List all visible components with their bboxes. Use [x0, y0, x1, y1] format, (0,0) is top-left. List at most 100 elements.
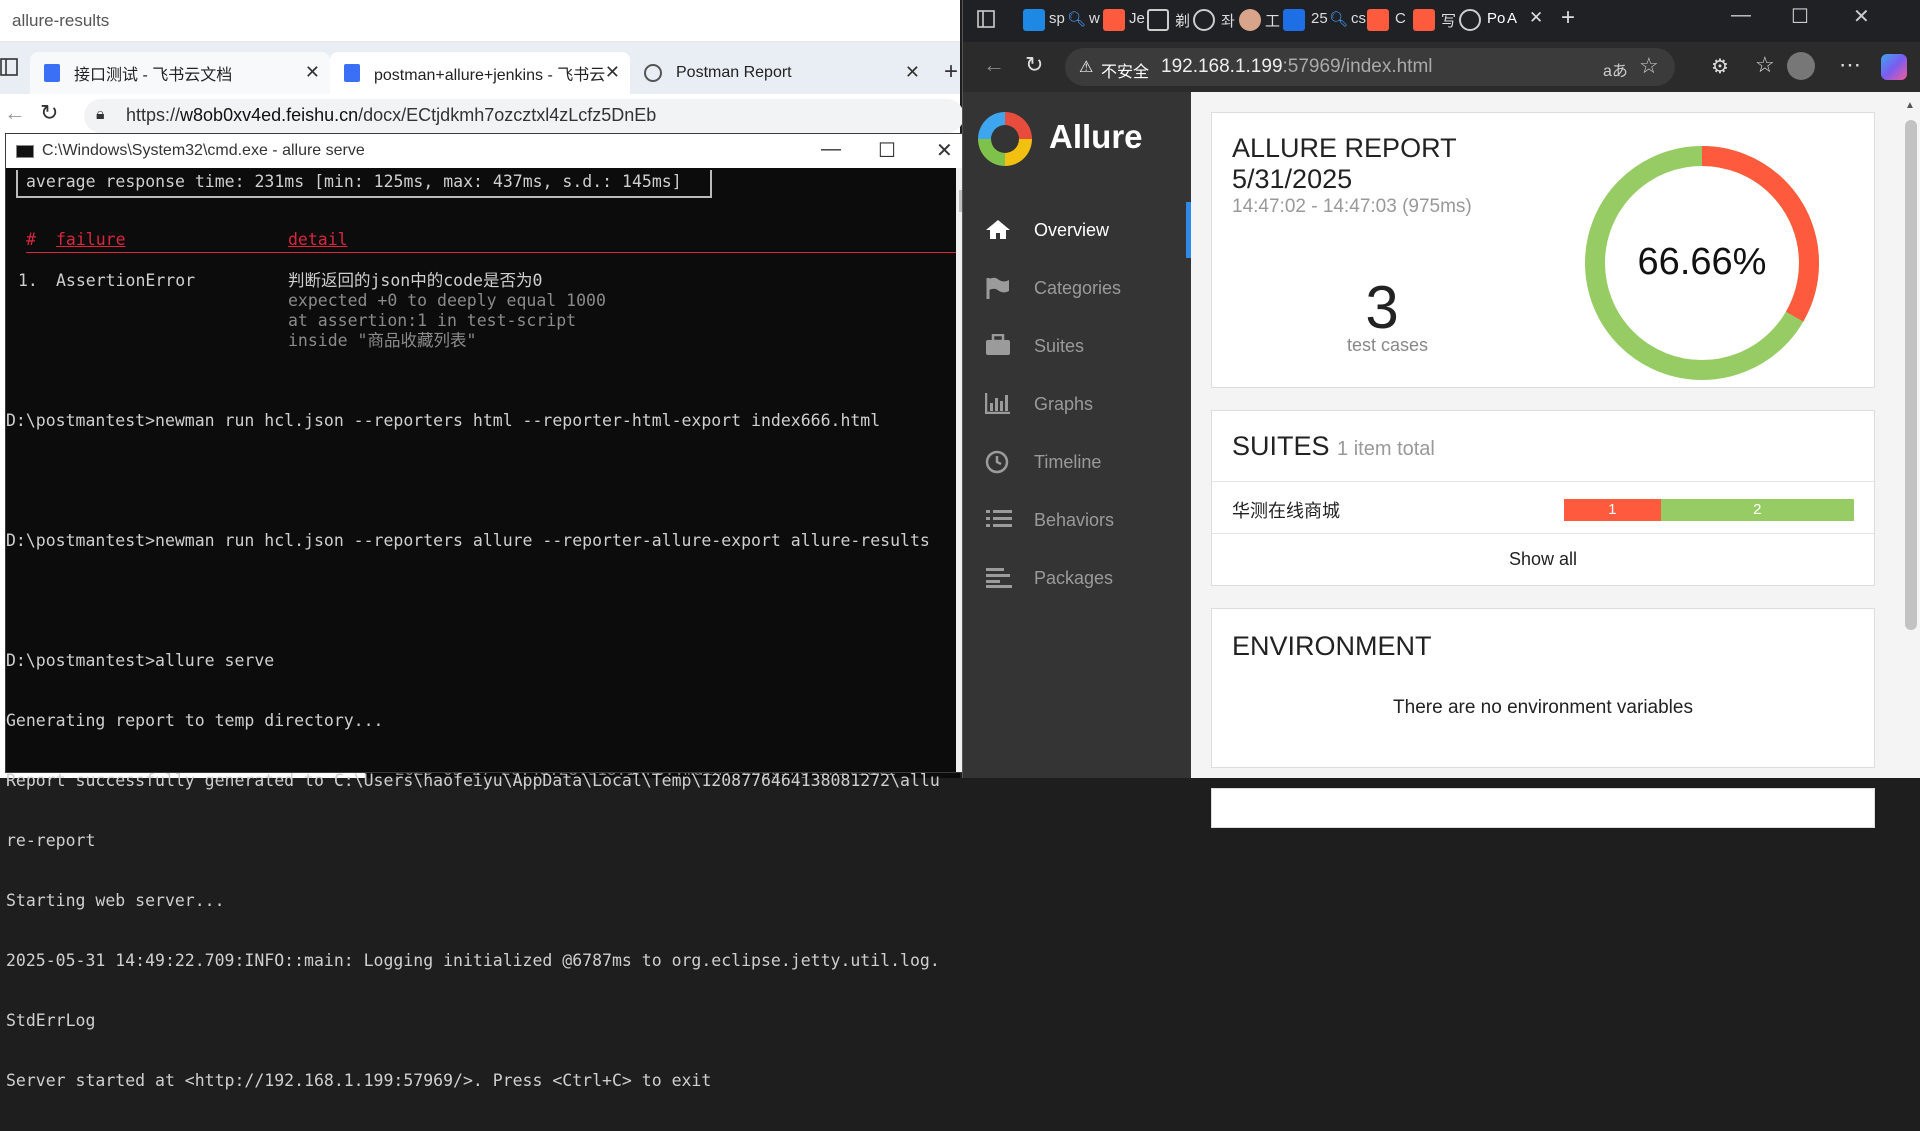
- tab-label[interactable]: 工: [1265, 10, 1280, 31]
- tab-actions-icon[interactable]: [977, 10, 995, 28]
- more-icon[interactable]: ⋯: [1839, 52, 1861, 78]
- close-icon[interactable]: ✕: [936, 138, 953, 163]
- show-all-link[interactable]: Show all: [1212, 549, 1874, 570]
- scroll-up-icon[interactable]: ▲: [1905, 100, 1915, 111]
- console-line: D:\postmantest>newman run hcl.json --rep…: [6, 411, 881, 430]
- home-icon: [985, 218, 1013, 242]
- minimize-icon[interactable]: —: [821, 138, 841, 161]
- close-icon[interactable]: ✕: [305, 62, 320, 83]
- copilot-icon[interactable]: [1881, 54, 1907, 80]
- environment-empty-text: There are no environment variables: [1393, 697, 1693, 718]
- bookmark-star-icon[interactable]: ☆: [1639, 53, 1659, 79]
- environment-title: ENVIRONMENT: [1232, 631, 1432, 661]
- left-tab-feishu-postman[interactable]: postman+allure+jenkins - 飞书云 ✕: [330, 52, 630, 94]
- globe-icon[interactable]: [1459, 9, 1481, 31]
- allure-brand: Allure: [1049, 118, 1143, 155]
- insecure-label[interactable]: 不安全: [1101, 58, 1149, 82]
- nav-item-categories[interactable]: Categories: [963, 260, 1191, 316]
- new-tab-icon[interactable]: +: [1561, 4, 1575, 32]
- warning-icon[interactable]: ⚠: [1079, 57, 1093, 77]
- reload-icon[interactable]: ↻: [40, 100, 58, 126]
- tab-label[interactable]: Je: [1129, 10, 1145, 27]
- left-browser-title-bar: allure-results: [0, 0, 960, 42]
- avatar-icon[interactable]: [1239, 9, 1261, 31]
- nav-item-overview[interactable]: Overview: [963, 202, 1191, 258]
- globe-icon[interactable]: [1193, 9, 1215, 31]
- close-icon[interactable]: ✕: [1853, 4, 1870, 29]
- back-icon[interactable]: ←: [983, 52, 1005, 78]
- cmd-window[interactable]: C:\Windows\System32\cmd.exe - allure ser…: [5, 133, 973, 1090]
- console-line: D:\postmantest>newman run hcl.json --rep…: [6, 531, 930, 550]
- failure-header-detail: detail: [288, 230, 348, 249]
- tab-label[interactable]: sp: [1049, 10, 1065, 27]
- failure-header-rule: [26, 252, 956, 253]
- tab-label[interactable]: w: [1089, 10, 1100, 27]
- tab-label[interactable]: 写: [1441, 10, 1456, 31]
- suite-failed-bar[interactable]: 1: [1564, 499, 1661, 521]
- back-icon[interactable]: ←: [4, 100, 26, 126]
- minimize-icon[interactable]: —: [1731, 4, 1751, 27]
- tv-icon[interactable]: [1023, 9, 1045, 31]
- failure-header-failure: failure: [56, 230, 126, 249]
- allure-logo-icon: [978, 112, 1032, 166]
- suite-passed-bar[interactable]: 2: [1660, 499, 1854, 521]
- failure-detail-line: inside "商品收藏列表": [288, 331, 477, 350]
- suites-card: SUITES 1 item total 华测在线商城 1 2 Show all: [1211, 410, 1875, 586]
- csdn-icon[interactable]: [1413, 9, 1435, 31]
- right-browser-window: sp 🔍︎ w Je 剃 좌 工 25 🔍︎ cs C 写 Po A ✕ + —…: [962, 0, 1920, 828]
- page-scrollbar[interactable]: ▲: [1901, 92, 1920, 778]
- left-tab-postman-report[interactable]: Postman Report ✕: [630, 52, 930, 94]
- failure-header-num: #: [26, 230, 36, 249]
- csdn-icon[interactable]: [1103, 9, 1125, 31]
- close-icon[interactable]: ✕: [1529, 8, 1543, 28]
- tab-label[interactable]: Po: [1487, 10, 1505, 27]
- reload-icon[interactable]: ↻: [1025, 52, 1043, 78]
- mail-icon[interactable]: [1283, 9, 1305, 31]
- tab-label[interactable]: A: [1507, 10, 1517, 27]
- profile-avatar[interactable]: [1787, 52, 1815, 80]
- tab-actions-icon[interactable]: [0, 58, 20, 82]
- app-icon[interactable]: [1147, 9, 1169, 31]
- tab-label[interactable]: 좌: [1221, 10, 1235, 31]
- maximize-icon[interactable]: ☐: [1791, 4, 1809, 29]
- nav-item-graphs[interactable]: Graphs: [963, 376, 1191, 432]
- cmd-output[interactable]: average response time: 231ms [min: 125ms…: [6, 168, 956, 1090]
- left-tab-feishu-interface[interactable]: 接口测试 - 飞书云文档 ✕: [30, 52, 330, 94]
- console-line: Generating report to temp directory...: [6, 711, 384, 730]
- search-icon[interactable]: 🔍︎: [1067, 10, 1086, 28]
- nav-item-packages[interactable]: Packages: [963, 550, 1191, 606]
- right-url-field[interactable]: ⚠ 不安全 192.168.1.199:57969/index.html aあ …: [1065, 48, 1675, 86]
- globe-icon: [644, 64, 662, 82]
- failure-detail-line: expected +0 to deeply equal 1000: [288, 291, 606, 310]
- nav-item-behaviors[interactable]: Behaviors: [963, 492, 1191, 548]
- tab-label[interactable]: 25: [1311, 10, 1328, 27]
- divider: [1212, 481, 1874, 482]
- close-icon[interactable]: ✕: [905, 62, 920, 83]
- search-icon[interactable]: 🔍︎: [1329, 10, 1348, 28]
- right-url-text: 192.168.1.199:57969/index.html: [1161, 56, 1433, 77]
- favorites-icon[interactable]: ☆: [1755, 52, 1775, 78]
- new-tab-icon[interactable]: +: [944, 58, 958, 86]
- read-aloud-icon[interactable]: aあ: [1603, 57, 1628, 81]
- tab-label[interactable]: cs: [1351, 10, 1366, 27]
- scrollbar-thumb[interactable]: [1905, 120, 1917, 630]
- nav-item-suites[interactable]: Suites: [963, 318, 1191, 374]
- summary-line: average response time: 231ms [min: 125ms…: [26, 172, 682, 191]
- tab-label: postman+allure+jenkins - 飞书云: [374, 67, 606, 84]
- tab-label: 接口测试 - 飞书云文档: [74, 67, 233, 84]
- briefcase-icon: [985, 333, 1013, 358]
- nav-item-timeline[interactable]: Timeline: [963, 434, 1191, 490]
- bar-chart-icon: [984, 392, 1013, 416]
- tab-label[interactable]: 剃: [1175, 10, 1190, 31]
- extensions-icon[interactable]: ⚙: [1711, 54, 1729, 79]
- close-icon[interactable]: ✕: [605, 62, 620, 83]
- maximize-icon[interactable]: ☐: [878, 138, 896, 163]
- cmd-title-bar[interactable]: C:\Windows\System32\cmd.exe - allure ser…: [6, 134, 972, 168]
- pass-percentage: 66.66%: [1637, 241, 1767, 283]
- lock-icon[interactable]: 🔒︎: [96, 106, 105, 124]
- test-count-label: test cases: [1347, 335, 1429, 355]
- tab-label[interactable]: C: [1395, 10, 1406, 27]
- csdn-icon[interactable]: [1367, 9, 1389, 31]
- console-line: 2025-05-31 14:49:22.709:INFO::main: Logg…: [6, 951, 940, 970]
- suite-name[interactable]: 华测在线商城: [1232, 497, 1340, 523]
